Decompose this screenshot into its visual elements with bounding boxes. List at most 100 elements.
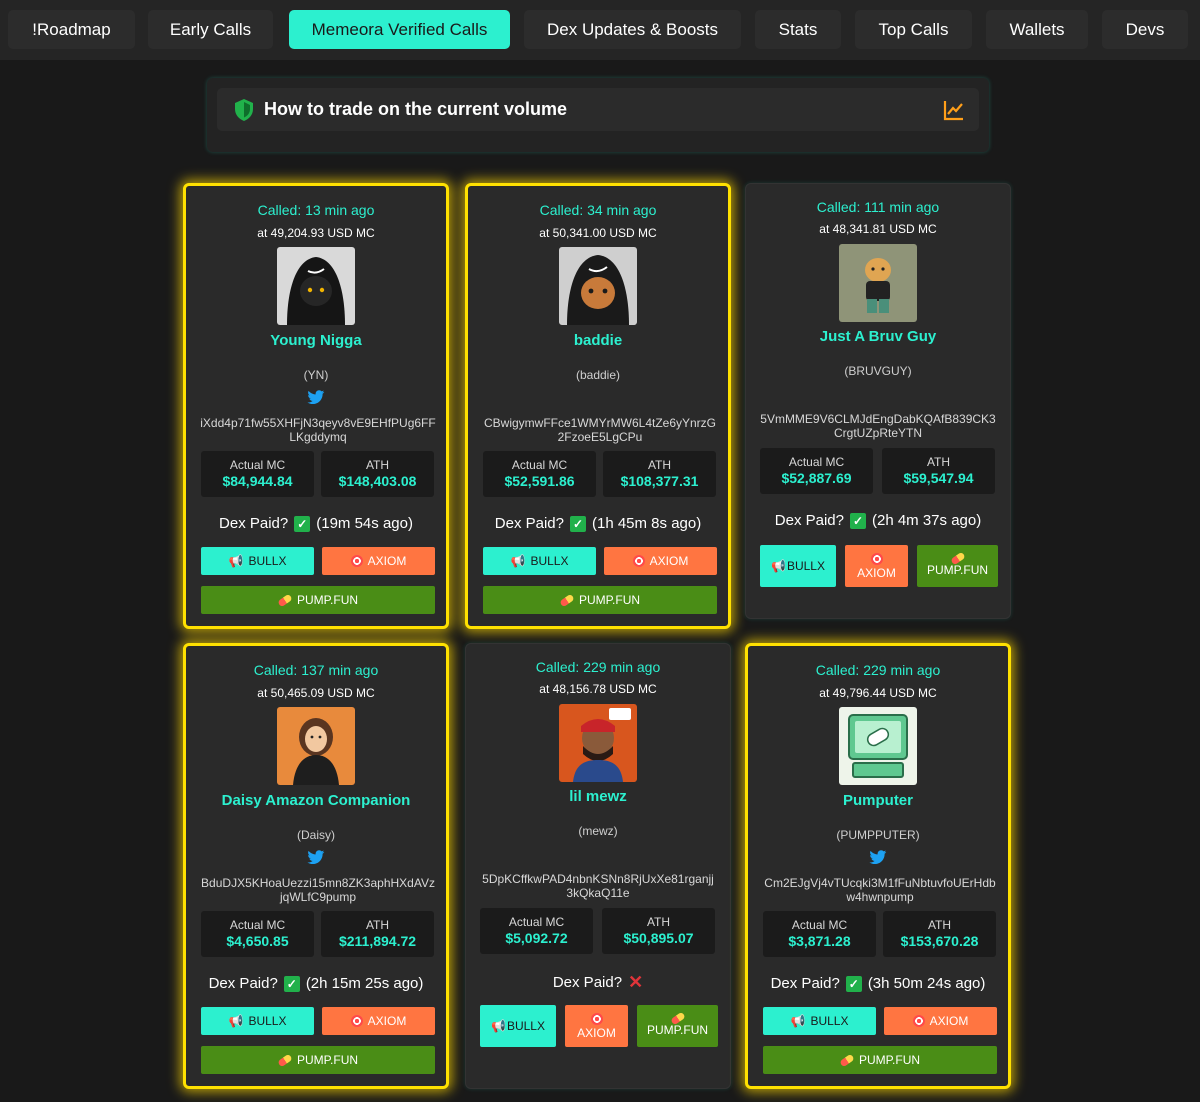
dex-paid-ago: (19m 54s ago) bbox=[316, 515, 413, 532]
bullx-button[interactable]: 📢 BULLX bbox=[763, 1007, 876, 1035]
token-name[interactable]: Young Nigga bbox=[186, 332, 446, 349]
token-ticker: (PUMPPUTER) bbox=[836, 828, 920, 842]
called-time: Called: 229 min ago bbox=[535, 659, 661, 675]
contract-address[interactable]: 5VmMME9V6CLMJdEngDabKQAfB839CK3CrgtUZpRt… bbox=[760, 412, 996, 440]
ath-value: $108,377.31 bbox=[620, 473, 699, 489]
top-nav: !Roadmap Early Calls Memeora Verified Ca… bbox=[0, 0, 1200, 60]
twitter-icon[interactable] bbox=[869, 850, 887, 865]
pumpfun-button[interactable]: PUMP.FUN bbox=[917, 545, 998, 587]
pumpfun-button[interactable]: PUMP.FUN bbox=[637, 1005, 718, 1047]
ath-box: ATH $59,547.94 bbox=[882, 448, 995, 494]
actual-mc-label: Actual MC bbox=[788, 455, 845, 469]
pumpfun-button[interactable]: PUMP.FUN bbox=[483, 586, 717, 614]
ath-value: $59,547.94 bbox=[903, 470, 974, 486]
called-time: Called: 111 min ago bbox=[816, 199, 940, 215]
dex-paid-label: Dex Paid? bbox=[219, 515, 289, 532]
dex-paid-row: Dex Paid? ✓ (1h 45m 8s ago) bbox=[468, 515, 728, 532]
axiom-button[interactable]: AXIOM bbox=[884, 1007, 997, 1035]
axiom-button[interactable]: AXIOM bbox=[322, 1007, 435, 1035]
check-icon: ✓ bbox=[283, 975, 300, 992]
chart-line-icon[interactable] bbox=[943, 99, 965, 121]
token-ticker: (YN) bbox=[303, 368, 329, 382]
axiom-button[interactable]: AXIOM bbox=[604, 547, 717, 575]
token-name[interactable]: Just A Bruv Guy bbox=[746, 328, 1010, 345]
actual-mc-value: $5,092.72 bbox=[505, 930, 568, 946]
call-card: Called: 13 min ago at 49,204.93 USD MC Y… bbox=[183, 183, 449, 629]
contract-address[interactable]: Cm2EJgVj4vTUcqki3M1fFuNbtuvfoUErHdbw4hwn… bbox=[762, 876, 998, 904]
ath-value: $153,670.28 bbox=[900, 933, 979, 949]
target-icon bbox=[632, 555, 645, 567]
dex-paid-row: Dex Paid? ✓ (2h 4m 37s ago) bbox=[746, 512, 1010, 529]
actual-mc-value: $4,650.85 bbox=[226, 933, 289, 949]
actual-mc-box: Actual MC $3,871.28 bbox=[763, 911, 876, 957]
check-icon: ✓ bbox=[845, 975, 862, 992]
dex-paid-label: Dex Paid? bbox=[770, 975, 840, 992]
token-name[interactable]: Daisy Amazon Companion bbox=[186, 792, 446, 809]
token-ticker: (mewz) bbox=[578, 824, 618, 838]
ath-value: $211,894.72 bbox=[338, 933, 417, 949]
twitter-icon[interactable] bbox=[307, 850, 325, 865]
actual-mc-label: Actual MC bbox=[508, 915, 565, 929]
call-card: Called: 34 min ago at 50,341.00 USD MC b… bbox=[465, 183, 731, 629]
nav-tab-wallets[interactable]: Wallets bbox=[986, 10, 1088, 49]
actual-mc-label: Actual MC bbox=[511, 458, 568, 472]
twitter-icon[interactable] bbox=[307, 390, 325, 405]
nav-tab-devs[interactable]: Devs bbox=[1102, 10, 1188, 49]
bullx-button[interactable]: 📢 BULLX bbox=[201, 547, 314, 575]
nav-tab-early-calls[interactable]: Early Calls bbox=[148, 10, 273, 49]
megaphone-icon: 📢 bbox=[510, 554, 526, 568]
token-name[interactable]: baddie bbox=[468, 332, 728, 349]
ath-label: ATH bbox=[365, 918, 390, 932]
ath-label: ATH bbox=[926, 455, 951, 469]
nav-tab-verified-calls[interactable]: Memeora Verified Calls bbox=[289, 10, 510, 49]
pumpfun-button[interactable]: PUMP.FUN bbox=[201, 1046, 435, 1074]
token-ticker: (Daisy) bbox=[297, 828, 335, 842]
token-ticker: (baddie) bbox=[575, 368, 621, 382]
bullx-button[interactable]: 📢 BULLX bbox=[201, 1007, 314, 1035]
target-icon bbox=[912, 1015, 925, 1027]
token-name[interactable]: Pumputer bbox=[748, 792, 1008, 809]
ath-label: ATH bbox=[365, 458, 390, 472]
called-time: Called: 13 min ago bbox=[257, 202, 375, 218]
ath-box: ATH $50,895.07 bbox=[602, 908, 715, 954]
called-time: Called: 137 min ago bbox=[253, 662, 379, 678]
call-card: Called: 111 min ago at 48,341.81 USD MC … bbox=[745, 183, 1011, 619]
contract-address[interactable]: iXdd4p71fw55XHFjN3qeyv8vE9EHfPUg6FFLKgdd… bbox=[200, 416, 436, 444]
token-name[interactable]: lil mewz bbox=[466, 788, 730, 805]
ath-label: ATH bbox=[927, 918, 952, 932]
contract-address[interactable]: BduDJX5KHoaUezzi15mn8ZK3aphHXdAVzjqWLfC9… bbox=[200, 876, 436, 904]
pill-icon bbox=[277, 1053, 293, 1067]
ath-box: ATH $108,377.31 bbox=[603, 451, 716, 497]
ath-value: $148,403.08 bbox=[338, 473, 417, 489]
bullx-button[interactable]: 📢 BULLX bbox=[760, 545, 836, 587]
contract-address[interactable]: 5DpKCffkwPAD4nbnKSNn8RjUxXe81rganjj3kQka… bbox=[480, 872, 716, 900]
howto-header[interactable]: How to trade on the current volume bbox=[217, 88, 979, 131]
check-icon: ✓ bbox=[294, 515, 311, 532]
call-card: Called: 229 min ago at 49,796.44 USD MC … bbox=[745, 643, 1011, 1089]
dex-paid-ago: (3h 50m 24s ago) bbox=[867, 975, 986, 992]
axiom-button[interactable]: AXIOM bbox=[845, 545, 908, 587]
dex-paid-row: Dex Paid? ✕ bbox=[466, 972, 730, 993]
token-avatar bbox=[559, 247, 637, 325]
bullx-button[interactable]: 📢 BULLX bbox=[483, 547, 596, 575]
nav-tab-roadmap[interactable]: !Roadmap bbox=[8, 10, 135, 49]
called-mc: at 50,341.00 USD MC bbox=[539, 226, 657, 240]
axiom-button[interactable]: AXIOM bbox=[322, 547, 435, 575]
contract-address[interactable]: CBwigymwFFce1WMYrMW6L4tZe6yYnrzG2FzoeE5L… bbox=[482, 416, 718, 444]
nav-tab-dex-updates[interactable]: Dex Updates & Boosts bbox=[524, 10, 741, 49]
megaphone-icon: 📢 bbox=[790, 1014, 806, 1028]
pumpfun-button[interactable]: PUMP.FUN bbox=[763, 1046, 997, 1074]
nav-tab-stats[interactable]: Stats bbox=[755, 10, 841, 49]
actual-mc-box: Actual MC $4,650.85 bbox=[201, 911, 314, 957]
nav-tab-top-calls[interactable]: Top Calls bbox=[855, 10, 972, 49]
megaphone-icon: 📢 bbox=[228, 554, 244, 568]
target-icon bbox=[870, 552, 883, 565]
bullx-button[interactable]: 📢 BULLX bbox=[480, 1005, 556, 1047]
dex-paid-label: Dex Paid? bbox=[774, 512, 844, 529]
howto-title: How to trade on the current volume bbox=[264, 99, 568, 119]
pumpfun-button[interactable]: PUMP.FUN bbox=[201, 586, 435, 614]
axiom-button[interactable]: AXIOM bbox=[565, 1005, 628, 1047]
called-mc: at 48,341.81 USD MC bbox=[819, 222, 937, 236]
megaphone-icon: 📢 bbox=[771, 559, 786, 573]
dex-paid-row: Dex Paid? ✓ (3h 50m 24s ago) bbox=[748, 975, 1008, 992]
